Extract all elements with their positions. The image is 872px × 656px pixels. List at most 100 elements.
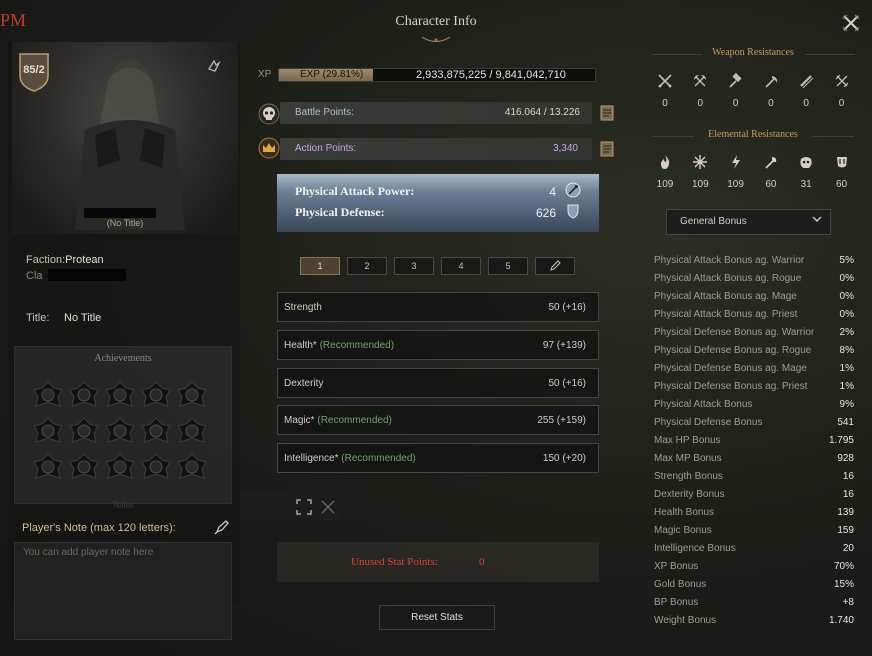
stat-row[interactable]: Intelligence* (Recommended) 150 (+20) bbox=[277, 443, 599, 473]
xp-percent: EXP (29.81%) bbox=[300, 69, 364, 80]
bonus-value: 928 bbox=[837, 453, 854, 464]
bonus-value: 5% bbox=[839, 255, 854, 266]
resistance-value: 109 bbox=[691, 179, 709, 190]
stat-name: Dexterity bbox=[284, 378, 323, 389]
achievement-badge-icon[interactable] bbox=[32, 416, 64, 448]
physical-attack-power-value: 4 bbox=[549, 185, 556, 199]
collapse-icon[interactable] bbox=[320, 499, 336, 515]
bonus-name: Weight Bonus bbox=[654, 615, 717, 626]
bonus-value: 0% bbox=[839, 291, 854, 302]
shield-icon bbox=[567, 204, 579, 219]
clan-redacted bbox=[48, 269, 126, 281]
battle-points-document-icon[interactable] bbox=[600, 105, 614, 121]
stat-name: Health* (Recommended) bbox=[284, 340, 394, 351]
achievement-badge-icon[interactable] bbox=[140, 380, 172, 412]
achievement-badge-icon[interactable] bbox=[68, 380, 100, 412]
bonus-row: Gold Bonus 15% bbox=[654, 579, 854, 597]
battle-points-label: Battle Points: bbox=[295, 107, 354, 118]
bonus-name: Intelligence Bonus bbox=[654, 543, 736, 554]
level-value: 85/2 bbox=[23, 64, 45, 76]
close-icon[interactable] bbox=[838, 10, 864, 36]
bonus-value: 139 bbox=[837, 507, 854, 518]
bonus-row: Max HP Bonus 1.795 bbox=[654, 435, 854, 453]
player-note-input[interactable]: You can add player note here bbox=[14, 542, 232, 640]
preset-button-5[interactable]: 5 bbox=[488, 257, 528, 275]
bonus-row: Intelligence Bonus 20 bbox=[654, 543, 854, 561]
bonus-name: Physical Defense Bonus ag. Warrior bbox=[654, 327, 815, 338]
achievement-badge-icon[interactable] bbox=[140, 416, 172, 448]
achievement-badge-icon[interactable] bbox=[68, 452, 100, 484]
preset-button-4[interactable]: 4 bbox=[441, 257, 481, 275]
unused-stat-points-value: 0 bbox=[479, 556, 485, 568]
bonus-value: 70% bbox=[833, 561, 854, 572]
preset-button-3[interactable]: 3 bbox=[394, 257, 434, 275]
bonus-value: 9% bbox=[839, 399, 854, 410]
holy-torch-icon bbox=[763, 154, 779, 170]
bonus-row: Physical Defense Bonus ag. Mage 1% bbox=[654, 363, 854, 381]
preset-button-2[interactable]: 2 bbox=[347, 257, 387, 275]
bonus-row: Physical Attack Bonus 9% bbox=[654, 399, 854, 417]
achievement-badge-icon[interactable] bbox=[32, 380, 64, 412]
achievement-badge-icon[interactable] bbox=[104, 416, 136, 448]
preset-button-1[interactable]: 1 bbox=[300, 257, 340, 275]
character-subtitle: (No Title) bbox=[106, 218, 144, 228]
crossed-axes-icon bbox=[692, 73, 708, 89]
general-bonus-dropdown-label: General Bonus bbox=[680, 216, 747, 227]
bonus-value: 8% bbox=[839, 345, 854, 356]
edit-note-pen-icon[interactable] bbox=[214, 519, 232, 537]
stat-recommended: (Recommended) bbox=[341, 453, 416, 464]
bonus-name: Physical Defense Bonus ag. Priest bbox=[654, 381, 808, 392]
bonus-name: Physical Attack Bonus ag. Rogue bbox=[654, 273, 802, 284]
stat-value: 97 (+139) bbox=[542, 339, 586, 351]
battle-points-value: 416.064 / 13.226 bbox=[504, 107, 580, 118]
achievement-badge-icon[interactable] bbox=[32, 452, 64, 484]
resistance-value: 60 bbox=[765, 179, 777, 190]
bonus-name: Physical Attack Bonus ag. Priest bbox=[654, 309, 798, 320]
stat-value: 255 (+159) bbox=[537, 415, 586, 427]
resistance-value: 0 bbox=[838, 98, 845, 109]
achievement-badge-icon[interactable] bbox=[140, 452, 172, 484]
achievement-badge-icon[interactable] bbox=[176, 452, 208, 484]
bonus-name: Physical Attack Bonus bbox=[654, 399, 753, 410]
achievement-badge-icon[interactable] bbox=[68, 416, 100, 448]
bonus-value: +8 bbox=[842, 597, 854, 608]
stat-row[interactable]: Strength 50 (+16) bbox=[277, 292, 599, 322]
double-blade-icon bbox=[798, 73, 814, 89]
stat-value: 150 (+20) bbox=[542, 453, 586, 464]
expand-icon[interactable] bbox=[296, 499, 312, 515]
stat-row[interactable]: Dexterity 50 (+16) bbox=[277, 367, 599, 398]
achievement-badge-icon[interactable] bbox=[104, 380, 136, 412]
achievement-badge-icon[interactable] bbox=[176, 416, 208, 448]
bonus-name: Gold Bonus bbox=[654, 579, 707, 590]
physical-attack-power-label: Physical Attack Power: bbox=[295, 184, 415, 198]
resistance-value: 109 bbox=[656, 179, 674, 190]
swap-view-icon[interactable] bbox=[205, 57, 225, 77]
achievements-title: Achievements bbox=[94, 353, 152, 364]
crossed-swords-icon bbox=[657, 73, 673, 89]
stat-name: Intelligence* (Recommended) bbox=[284, 453, 416, 464]
bonus-value: 15% bbox=[833, 579, 854, 590]
stat-row[interactable]: Health* (Recommended) 97 (+139) bbox=[277, 329, 599, 360]
achievement-badge-icon[interactable] bbox=[104, 452, 136, 484]
action-points-document-icon[interactable] bbox=[600, 141, 614, 157]
resistance-value: 0 bbox=[803, 98, 809, 109]
resistance-value: 0 bbox=[732, 98, 739, 109]
bonus-row: Max MP Bonus 928 bbox=[654, 453, 854, 471]
elemental-resistances-title: Elemental Resistances bbox=[708, 129, 798, 140]
achievement-badge-icon[interactable] bbox=[176, 380, 208, 412]
reset-stats-button[interactable]: Reset Stats bbox=[379, 605, 495, 630]
bonus-row: XP Bonus 70% bbox=[654, 561, 854, 579]
weapon-resistances-title: Weapon Resistances bbox=[712, 47, 794, 58]
fire-icon bbox=[657, 154, 673, 170]
edit-preset-pen-icon[interactable] bbox=[535, 257, 575, 275]
achievements-faded-text: Teller bbox=[112, 500, 134, 510]
bonus-row: Physical Attack Bonus ag. Warrior 5% bbox=[654, 255, 854, 273]
stat-recommended: (Recommended) bbox=[317, 415, 392, 427]
stat-row[interactable]: Magic* (Recommended) 255 (+159) bbox=[277, 405, 599, 436]
faction-row: Faction:Protean bbox=[26, 254, 104, 266]
unused-stat-points-label: Unused Stat Points: bbox=[351, 556, 438, 568]
bonus-value: 1% bbox=[839, 363, 854, 374]
faction-label: Faction: bbox=[26, 254, 66, 266]
action-points-label: Action Points: bbox=[295, 143, 357, 154]
chevron-down-icon[interactable] bbox=[812, 214, 822, 227]
